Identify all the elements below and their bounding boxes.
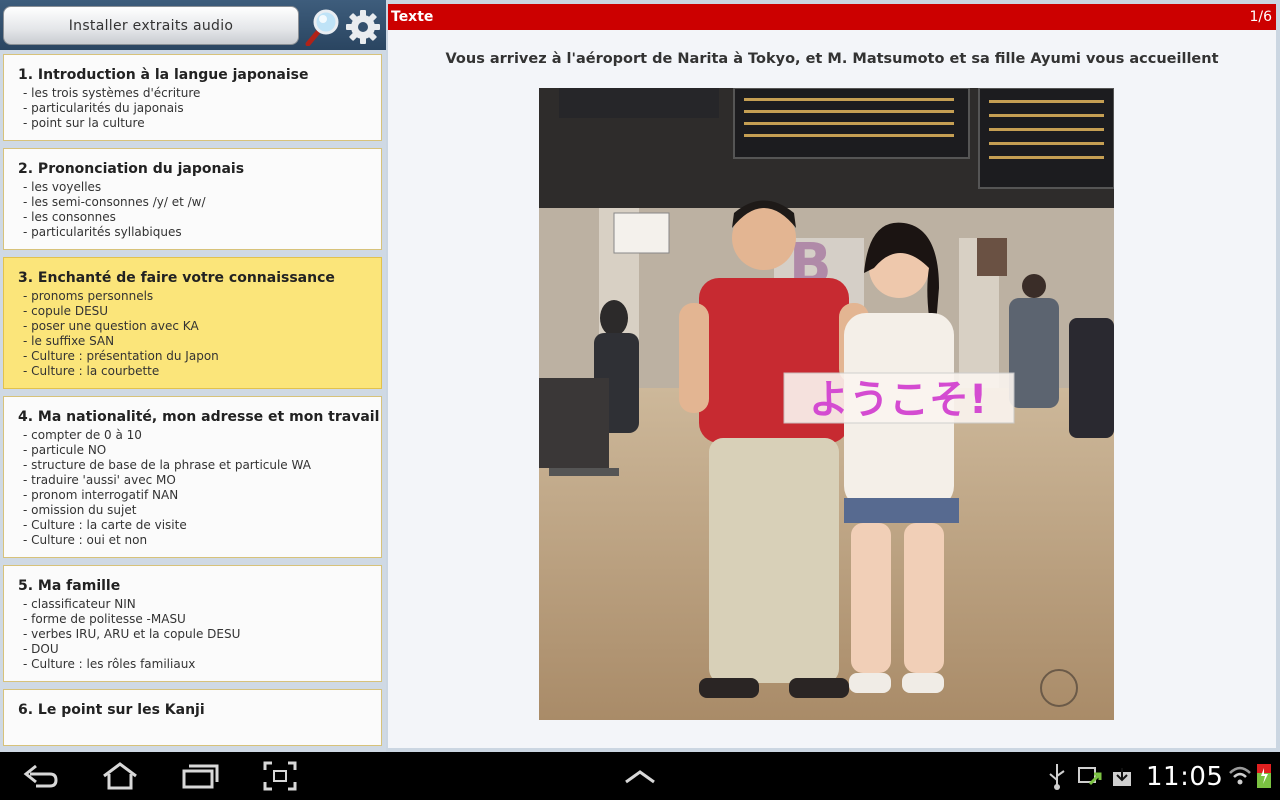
lesson-topic: - compter de 0 à 10 (23, 428, 142, 442)
battery-icon (1254, 760, 1274, 792)
status-clock: 11:05 (1146, 762, 1224, 792)
lesson-topic: - pronoms personnels (23, 289, 154, 303)
lesson-topic: - structure de base de la phrase et part… (23, 458, 311, 472)
usb-icon (1046, 760, 1068, 792)
back-icon[interactable] (22, 760, 60, 792)
lesson-topic: - copule DESU (23, 304, 109, 318)
lesson-topic: - les semi-consonnes /y/ et /w/ (23, 195, 206, 209)
lesson-card-5[interactable]: 5. Ma famille - classificateur NIN - for… (3, 565, 382, 682)
lesson-card-1[interactable]: 1. Introduction à la langue japonaise - … (3, 54, 382, 141)
download-notification-icon (1110, 760, 1134, 792)
lesson-topic: - particule NO (23, 443, 107, 457)
lesson-title: 2. Prononciation du japonais (18, 161, 245, 177)
lesson-topic: - le suffixe SAN (23, 334, 115, 348)
lesson-topic: - particularités du japonais (23, 101, 184, 115)
home-icon[interactable] (100, 760, 140, 792)
lesson-topic: - les voyelles (23, 180, 102, 194)
lesson-card-2[interactable]: 2. Prononciation du japonais - les voyel… (3, 148, 382, 250)
lesson-topic: - traduire 'aussi' avec MO (23, 473, 176, 487)
install-audio-button[interactable]: Installer extraits audio (3, 6, 299, 45)
lesson-card-6[interactable]: 6. Le point sur les Kanji (3, 689, 382, 746)
sidebar-toolbar: Installer extraits audio (0, 0, 386, 50)
lesson-topic: - les trois systèmes d'écriture (23, 86, 201, 100)
welcome-sign-text: ようこそ! (809, 377, 987, 423)
content-body: Texte 1/6 Vous arrivez à l'aéroport de N… (388, 4, 1276, 748)
lesson-topic: - Culture : la carte de visite (23, 518, 187, 532)
lesson-topic: - Culture : la courbette (23, 364, 160, 378)
lesson-topic: - point sur la culture (23, 116, 145, 130)
lesson-topic: - omission du sujet (23, 503, 137, 517)
lesson-topic: - particularités syllabiques (23, 225, 182, 239)
section-header: Texte 1/6 (388, 4, 1276, 30)
wifi-icon (1228, 760, 1252, 792)
lesson-topic: - DOU (23, 642, 59, 656)
lesson-topic: - forme de politesse -MASU (23, 612, 186, 626)
screenshot-icon[interactable] (262, 760, 298, 792)
system-navigation-bar: 11:05 (0, 752, 1280, 800)
chevron-up-icon[interactable] (622, 760, 658, 792)
lesson-topic: - Culture : oui et non (23, 533, 148, 547)
gear-icon[interactable] (344, 8, 382, 46)
lesson-topic: - les consonnes (23, 210, 116, 224)
lesson-topic: - Culture : présentation du Japon (23, 349, 219, 363)
search-icon[interactable] (304, 8, 340, 47)
sync-icon (1076, 760, 1104, 792)
scene-caption: Vous arrivez à l'aéroport de Narita à To… (445, 51, 1219, 67)
lesson-title: 6. Le point sur les Kanji (18, 702, 205, 718)
lesson-card-4[interactable]: 4. Ma nationalité, mon adresse et mon tr… (3, 396, 382, 558)
recent-apps-icon[interactable] (180, 760, 220, 792)
lesson-topic: - pronom interrogatif NAN (23, 488, 179, 502)
section-title: Texte (391, 9, 434, 25)
content-pane: Texte 1/6 Vous arrivez à l'aéroport de N… (386, 0, 1280, 752)
airport-illustration[interactable]: B ようこそ! (539, 88, 1114, 720)
lesson-topic: - Culture : les rôles familiaux (23, 657, 196, 671)
lesson-sidebar: Installer extraits audio 1. Introduction… (0, 0, 386, 752)
lesson-title: 5. Ma famille (18, 578, 121, 594)
lesson-topic: - poser une question avec KA (23, 319, 199, 333)
lesson-topic: - classificateur NIN (23, 597, 136, 611)
page-indicator: 1/6 (1249, 9, 1272, 25)
lesson-card-3[interactable]: 3. Enchanté de faire votre connaissance … (3, 257, 382, 389)
lesson-topic: - verbes IRU, ARU et la copule DESU (23, 627, 241, 641)
lesson-title: 1. Introduction à la langue japonaise (18, 67, 309, 83)
lesson-title: 3. Enchanté de faire votre connaissance (18, 270, 335, 286)
lesson-title: 4. Ma nationalité, mon adresse et mon tr… (18, 409, 380, 425)
